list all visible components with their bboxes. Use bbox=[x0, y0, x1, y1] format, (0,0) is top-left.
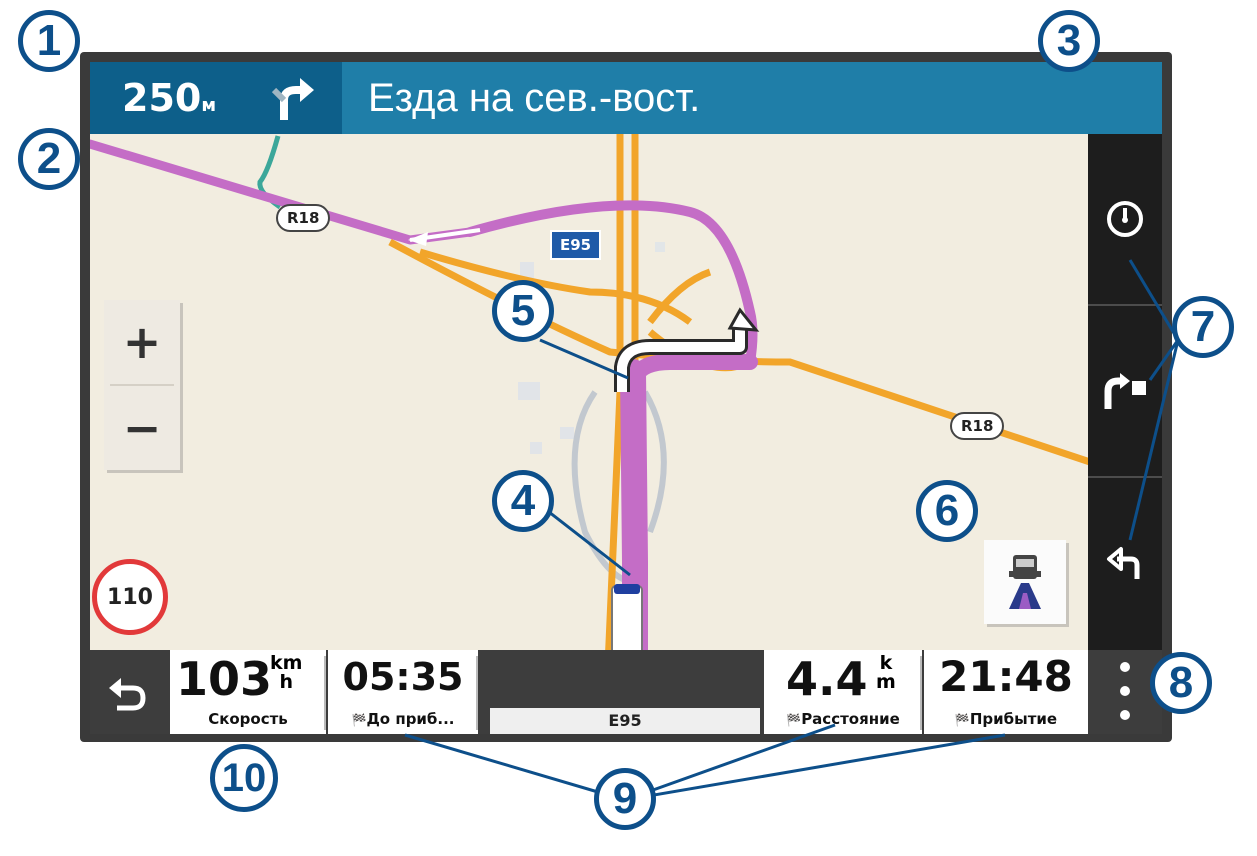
callout-6: 6 bbox=[916, 480, 978, 542]
callout-5: 5 bbox=[492, 280, 554, 342]
callout-leaders bbox=[404, 259, 1180, 802]
callout-3: 3 bbox=[1038, 10, 1100, 72]
callout-1: 1 bbox=[18, 10, 80, 72]
callout-10: 10 bbox=[210, 744, 278, 812]
callout-2: 2 bbox=[18, 128, 80, 190]
callout-4: 4 bbox=[492, 470, 554, 532]
callout-7: 7 bbox=[1172, 296, 1234, 358]
callout-8: 8 bbox=[1150, 652, 1212, 714]
callout-9: 9 bbox=[594, 768, 656, 830]
